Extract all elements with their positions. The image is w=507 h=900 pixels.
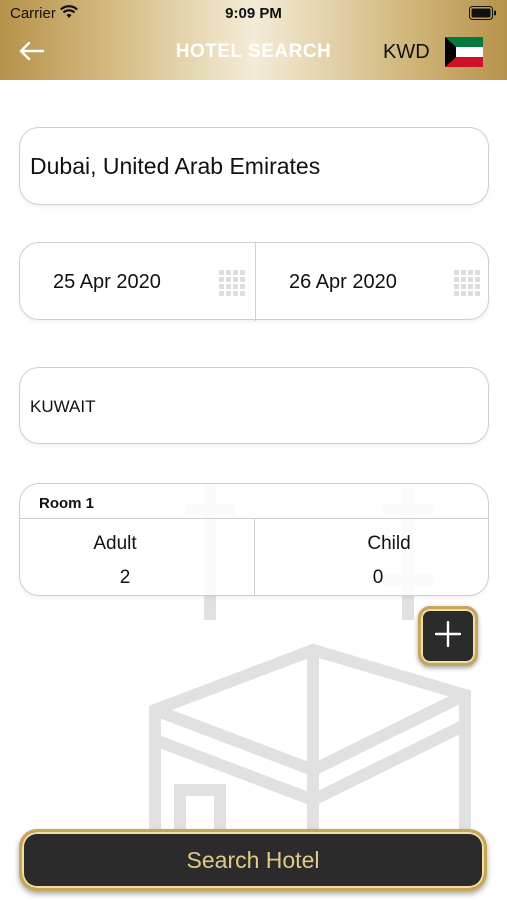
search-hotel-label: Search Hotel: [186, 847, 320, 873]
nationality-field[interactable]: KUWAIT: [19, 367, 489, 444]
child-count: 0: [372, 567, 384, 588]
date-range-field: 25 Apr 2020 26 Apr 2020: [19, 242, 490, 321]
calendar-icon: [454, 270, 480, 301]
destination-field[interactable]: Dubai, United Arab Emirates: [19, 127, 489, 205]
currency-selector[interactable]: KWD: [383, 41, 430, 64]
add-room-button[interactable]: [418, 606, 478, 666]
kuwait-flag-icon[interactable]: [445, 37, 483, 67]
room-title: Room 1: [39, 495, 95, 512]
room-card: Room 1 Adult 2 Child 0: [19, 483, 489, 596]
destination-value: Dubai, United Arab Emirates: [30, 153, 321, 179]
child-selector[interactable]: Child 0: [255, 519, 489, 596]
check-in-date[interactable]: 25 Apr 2020: [20, 243, 255, 321]
check-out-value: 26 Apr 2020: [289, 271, 397, 293]
nav-bar: HOTEL SEARCH KWD: [0, 28, 507, 80]
nationality-value: KUWAIT: [30, 397, 96, 416]
search-hotel-button[interactable]: Search Hotel: [19, 829, 487, 891]
adult-selector[interactable]: Adult 2: [20, 519, 254, 596]
app-header: Carrier 9:09 PM HOTEL SEARCH KWD: [0, 0, 507, 80]
clock: 9:09 PM: [225, 5, 282, 22]
status-bar: Carrier 9:09 PM: [0, 0, 507, 28]
page-title: HOTEL SEARCH: [175, 41, 332, 62]
adult-label: Adult: [93, 533, 137, 554]
child-label: Child: [367, 533, 411, 554]
check-in-value: 25 Apr 2020: [53, 271, 161, 293]
calendar-icon: [219, 270, 245, 301]
adult-count: 2: [119, 567, 131, 588]
check-out-date[interactable]: 26 Apr 2020: [255, 243, 490, 321]
battery-icon: [469, 6, 497, 25]
plus-icon: [434, 620, 462, 652]
